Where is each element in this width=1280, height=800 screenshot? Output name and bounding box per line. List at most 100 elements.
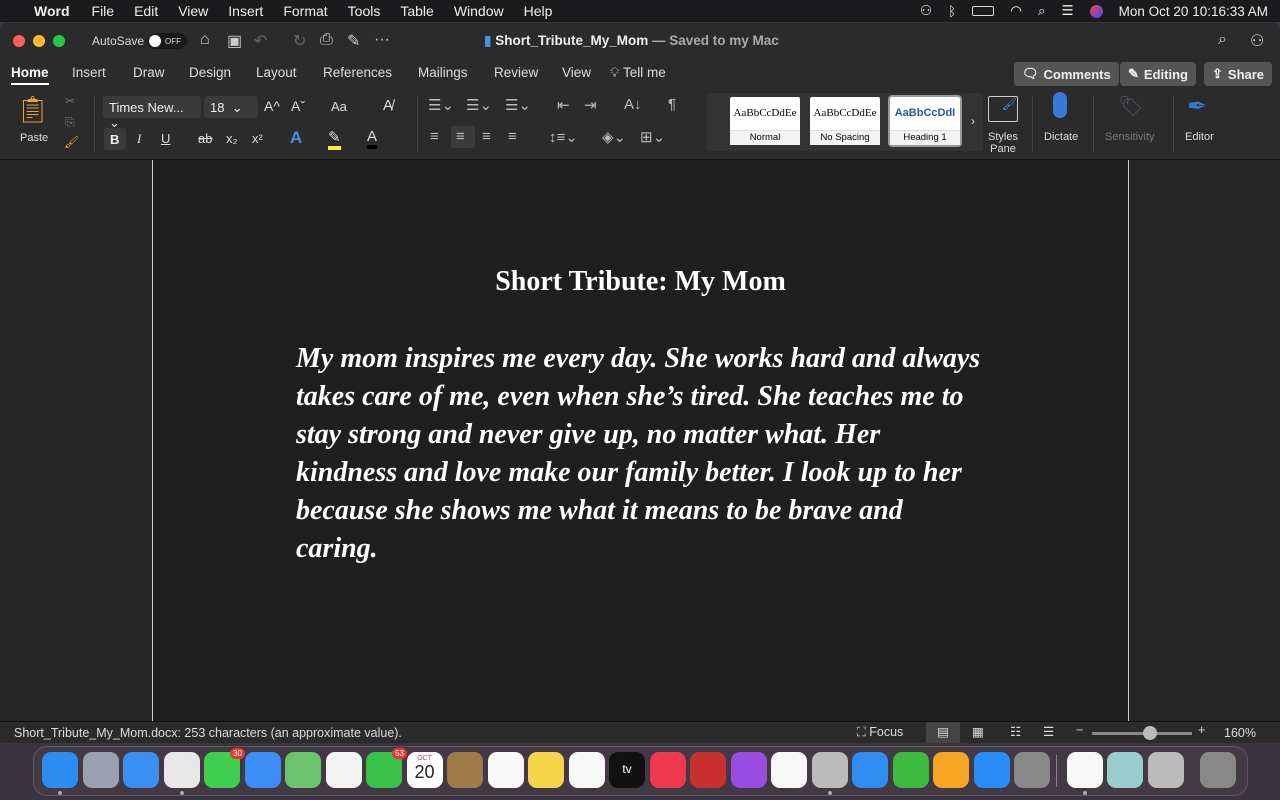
dock-reminders-icon[interactable]: [487, 752, 524, 788]
sort-icon[interactable]: A↓: [624, 96, 642, 113]
microphone-icon[interactable]: [1053, 92, 1067, 118]
bullets-icon[interactable]: ☰⌄: [428, 96, 454, 114]
undo-icon[interactable]: ↶: [254, 31, 267, 51]
dock-preview-icon[interactable]: [1107, 752, 1143, 788]
dock-maps-icon[interactable]: [285, 752, 321, 788]
justify-icon[interactable]: ≡: [508, 128, 517, 145]
change-case-button[interactable]: Aa: [331, 99, 347, 114]
zoom-slider-thumb[interactable]: [1142, 726, 1157, 740]
dock-finder-icon[interactable]: [42, 752, 78, 788]
menu-app-word[interactable]: Word: [34, 3, 70, 19]
dock-numbers-icon[interactable]: [892, 752, 929, 788]
comments-button[interactable]: 🗨︎ Comments: [1014, 62, 1119, 86]
style-heading-1[interactable]: AaBbCcDdI Heading 1: [888, 95, 962, 147]
editor-icon[interactable]: ✒︎: [1187, 92, 1207, 121]
style-no-spacing[interactable]: AaBbCcDdEe No Spacing: [810, 97, 880, 145]
siri-icon[interactable]: [1089, 4, 1103, 18]
dock-pages-icon[interactable]: [933, 752, 969, 788]
dock-podcasts-icon[interactable]: [730, 752, 767, 788]
editing-button[interactable]: ✎ Editing: [1120, 62, 1196, 86]
dock-music-icon[interactable]: [649, 752, 686, 788]
borders-icon[interactable]: ⊞⌄: [640, 128, 665, 146]
bold-button[interactable]: B: [104, 128, 126, 150]
search-icon[interactable]: ⌕: [1218, 31, 1227, 49]
outline-view-icon[interactable]: ☷: [1010, 724, 1021, 739]
shading-icon[interactable]: ◈⌄: [602, 128, 626, 146]
share-button[interactable]: ⇪ Share: [1204, 62, 1273, 86]
control-center-icon[interactable]: ☰: [1062, 3, 1074, 19]
multilevel-list-icon[interactable]: ☰⌄: [505, 96, 531, 114]
menu-insert[interactable]: Insert: [228, 3, 263, 19]
web-layout-icon[interactable]: ▦: [972, 724, 984, 739]
menu-view[interactable]: View: [178, 3, 208, 19]
highlight-icon[interactable]: ✎: [328, 128, 341, 150]
tab-review[interactable]: Review: [494, 65, 538, 80]
dock-mail-icon[interactable]: [244, 752, 281, 788]
line-spacing-icon[interactable]: ↕≡⌄: [549, 128, 578, 146]
dock-launchpad-icon[interactable]: [82, 752, 119, 788]
dock-safari-icon[interactable]: [123, 752, 159, 788]
dictate-button[interactable]: Dictate: [1044, 131, 1078, 143]
battery-icon[interactable]: [972, 6, 995, 16]
dock-system-settings-icon[interactable]: [1014, 752, 1050, 788]
menu-format[interactable]: Format: [283, 3, 327, 19]
home-icon[interactable]: ⌂: [200, 31, 210, 49]
tab-references[interactable]: References: [323, 65, 392, 80]
styles-pane-button[interactable]: Styles Pane: [986, 131, 1020, 155]
italic-button[interactable]: I: [137, 131, 141, 147]
pilcrow-icon[interactable]: ¶: [668, 96, 676, 113]
tab-design[interactable]: Design: [189, 65, 231, 80]
align-center-icon[interactable]: ≡: [451, 126, 475, 148]
style-normal[interactable]: AaBbCcDdEe Normal: [730, 97, 800, 145]
dock-news-icon[interactable]: [771, 752, 807, 788]
align-right-icon[interactable]: ≡: [482, 128, 491, 145]
zoom-level[interactable]: 160%: [1224, 726, 1256, 740]
spotlight-icon[interactable]: ⌕: [1038, 3, 1046, 19]
font-color-icon[interactable]: A: [367, 128, 378, 149]
menu-help[interactable]: Help: [524, 3, 553, 19]
grow-font-button[interactable]: A^: [264, 98, 280, 114]
shrink-font-button[interactable]: Aˇ: [291, 98, 305, 114]
share-people-icon[interactable]: ⚇: [1250, 31, 1264, 51]
tab-layout[interactable]: Layout: [256, 65, 297, 80]
dock-apple-tv-icon[interactable]: tv: [609, 752, 645, 788]
focus-button[interactable]: ⛶ Focus: [857, 725, 903, 740]
document-page[interactable]: Short Tribute: My Mom My mom inspires me…: [152, 160, 1129, 721]
styles-more-icon[interactable]: ›: [971, 114, 975, 128]
cut-icon[interactable]: ✂: [65, 94, 75, 108]
bluetooth-icon[interactable]: ᛒ: [948, 4, 956, 19]
tab-home[interactable]: Home: [11, 65, 49, 85]
draft-view-icon[interactable]: ☰: [1043, 724, 1054, 739]
document-body[interactable]: My mom inspires me every day. She works …: [296, 340, 986, 568]
save-icon[interactable]: ▣: [227, 31, 242, 51]
editor-button[interactable]: Editor: [1185, 131, 1214, 143]
dock-photo-booth-icon[interactable]: [690, 752, 726, 788]
zoom-slider[interactable]: [1092, 726, 1192, 740]
copy-icon[interactable]: ⎘: [65, 115, 75, 130]
clear-formatting-icon[interactable]: A̸: [383, 97, 393, 114]
dock-notes-icon[interactable]: [528, 752, 564, 788]
tab-insert[interactable]: Insert: [72, 65, 106, 80]
dock-iphone-mirroring-icon[interactable]: [811, 752, 848, 788]
underline-button[interactable]: U: [161, 131, 170, 146]
superscript-button[interactable]: x²: [252, 131, 263, 146]
tab-draw[interactable]: Draw: [133, 65, 165, 80]
text-effects-icon[interactable]: A: [290, 128, 302, 148]
strikethrough-button[interactable]: ab: [198, 131, 212, 146]
control-icon[interactable]: ⚇: [920, 3, 932, 19]
styles-pane-icon[interactable]: 🖌︎: [988, 96, 1018, 122]
clock[interactable]: Mon Oct 20 10:16:33 AM: [1119, 4, 1268, 19]
tab-view[interactable]: View: [562, 65, 591, 80]
dock-calculator-icon[interactable]: [1147, 752, 1184, 788]
dock-calendar-icon[interactable]: OCT 20: [406, 752, 443, 788]
word-count-status[interactable]: Short_Tribute_My_Mom.docx: 253 character…: [14, 726, 402, 740]
minimize-button[interactable]: [33, 35, 45, 47]
menu-window[interactable]: Window: [454, 3, 504, 19]
decrease-indent-icon[interactable]: ⇤: [557, 96, 570, 114]
subscript-button[interactable]: x₂: [226, 131, 238, 146]
print-layout-icon[interactable]: ▤: [926, 722, 960, 743]
dock-keynote-icon[interactable]: [852, 752, 888, 788]
save-as-icon[interactable]: ✎: [347, 31, 360, 51]
zoom-out-button[interactable]: −: [1076, 723, 1083, 737]
dock-facetime-icon[interactable]: 53: [366, 748, 407, 788]
